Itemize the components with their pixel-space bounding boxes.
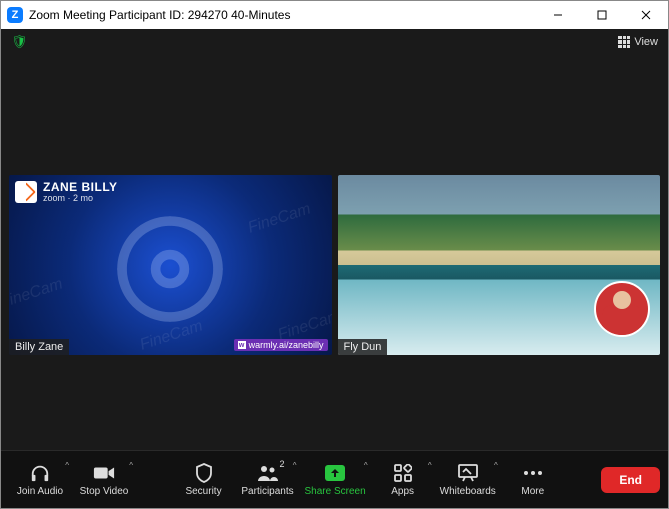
self-view-pip[interactable] — [594, 281, 650, 337]
avatar-body — [602, 305, 642, 335]
watermark-text: FineCam — [245, 200, 312, 237]
participant-name-tag: Billy Zane — [9, 339, 69, 355]
titlebar: Z Zoom Meeting Participant ID: 294270 40… — [1, 1, 668, 29]
chevron-up-icon[interactable]: ^ — [428, 461, 432, 470]
stop-video-button[interactable]: ^ Stop Video — [73, 455, 135, 505]
shield-icon — [195, 463, 213, 483]
profile-overlay: ZANE BILLY zoom · 2 mo — [15, 181, 118, 203]
meeting-toolbar: ^ Join Audio ^ Stop Video Security ^ 2 — [1, 450, 668, 508]
chevron-up-icon[interactable]: ^ — [494, 461, 498, 470]
toolbar-label: More — [521, 486, 544, 497]
meeting-top-bar: 🛡 View — [1, 29, 668, 55]
share-screen-icon — [324, 463, 346, 483]
grid-icon — [618, 36, 630, 48]
video-tile[interactable]: FineCam FineCam FineCam FineCam ZANE BIL… — [9, 175, 332, 355]
chevron-up-icon[interactable]: ^ — [364, 461, 368, 470]
people-icon — [256, 463, 280, 483]
join-audio-button[interactable]: ^ Join Audio — [9, 455, 71, 505]
chevron-up-icon[interactable]: ^ — [293, 461, 297, 470]
warmly-text: warmly.ai/zanebilly — [249, 340, 324, 350]
video-tiles: FineCam FineCam FineCam FineCam ZANE BIL… — [1, 175, 668, 355]
video-tile[interactable]: Fly Dun — [338, 175, 661, 355]
whiteboard-icon — [458, 463, 478, 483]
maximize-button[interactable] — [580, 1, 624, 29]
video-icon — [93, 463, 115, 483]
toolbar-label: Whiteboards — [440, 486, 496, 497]
overlay-name: ZANE BILLY — [43, 181, 118, 194]
watermark-text: FineCam — [9, 275, 65, 312]
camera-swirl-icon — [110, 209, 230, 329]
participant-name-tag: Fly Dun — [338, 339, 388, 355]
whiteboards-button[interactable]: ^ Whiteboards — [436, 455, 500, 505]
toolbar-label: Security — [185, 486, 221, 497]
overlay-sub: zoom · 2 mo — [43, 194, 118, 203]
end-button[interactable]: End — [601, 467, 660, 493]
close-button[interactable] — [624, 1, 668, 29]
avatar-head — [613, 291, 631, 309]
toolbar-label: Share Screen — [305, 486, 366, 497]
more-button[interactable]: More — [502, 455, 564, 505]
warmly-icon: w — [238, 341, 246, 349]
minimize-button[interactable] — [536, 1, 580, 29]
app-window: Z Zoom Meeting Participant ID: 294270 40… — [0, 0, 669, 509]
headphones-icon — [29, 463, 51, 483]
apps-icon — [394, 463, 412, 483]
chevron-up-icon[interactable]: ^ — [65, 461, 69, 470]
share-screen-button[interactable]: ^ Share Screen — [301, 455, 370, 505]
participants-button[interactable]: ^ 2 Participants — [237, 455, 299, 505]
zoom-logo-icon: Z — [7, 7, 23, 23]
app-badge-icon — [15, 181, 37, 203]
toolbar-label: Join Audio — [17, 486, 63, 497]
toolbar-label: Stop Video — [80, 486, 129, 497]
view-button[interactable]: View — [618, 36, 658, 48]
toolbar-label: Apps — [391, 486, 414, 497]
security-button[interactable]: Security — [173, 455, 235, 505]
encryption-shield-icon[interactable]: 🛡 — [11, 34, 28, 50]
window-title: Zoom Meeting Participant ID: 294270 40-M… — [29, 8, 290, 22]
toolbar-label: Participants — [241, 486, 293, 497]
chevron-up-icon[interactable]: ^ — [129, 461, 133, 470]
more-icon — [523, 463, 543, 483]
view-label: View — [634, 36, 658, 48]
participants-count: 2 — [280, 459, 285, 469]
warmly-badge[interactable]: w warmly.ai/zanebilly — [234, 339, 328, 351]
video-stage: FineCam FineCam FineCam FineCam ZANE BIL… — [1, 55, 668, 450]
apps-button[interactable]: ^ Apps — [372, 455, 434, 505]
